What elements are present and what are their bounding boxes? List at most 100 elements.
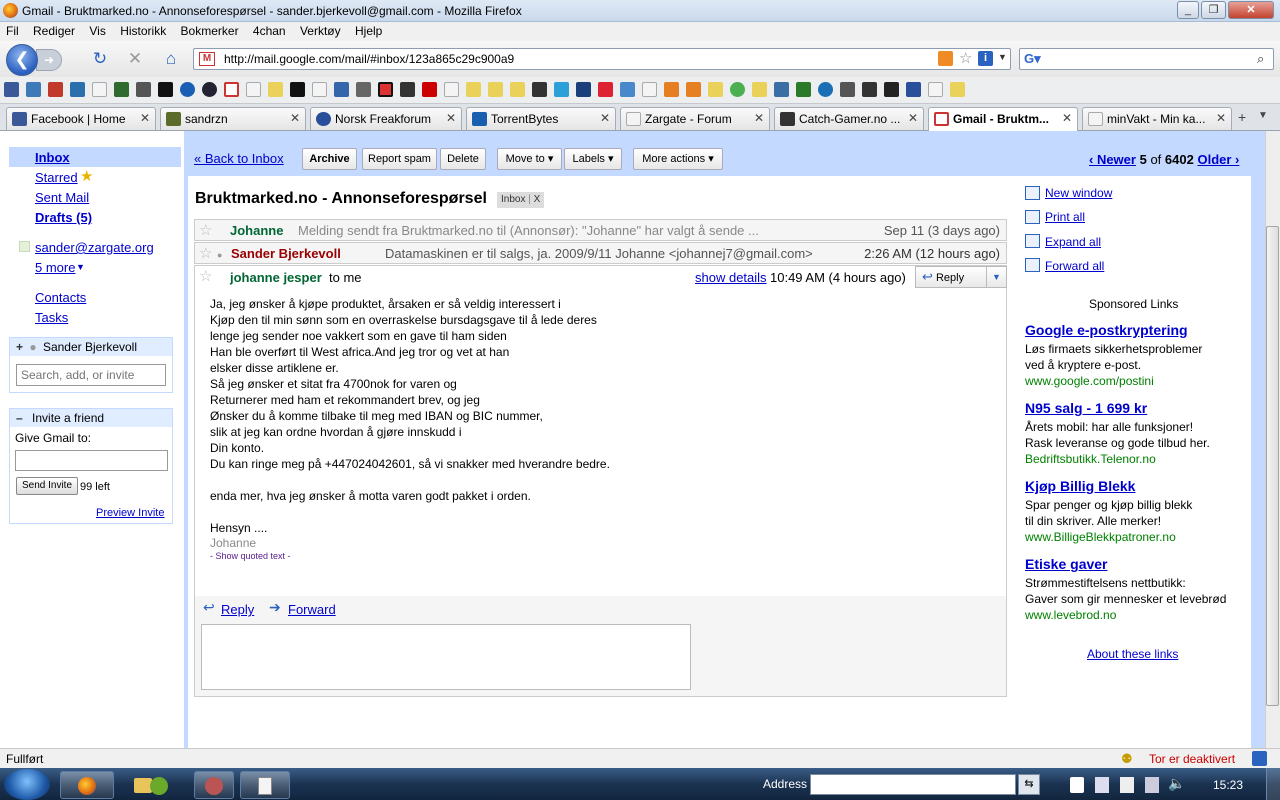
tab-minvakt[interactable]: minVakt - Min ka... ✕ xyxy=(1082,107,1232,130)
nav-inbox[interactable]: Inbox xyxy=(35,150,70,165)
collapse-minus-icon[interactable]: – xyxy=(16,411,23,425)
quick-reply-textarea[interactable] xyxy=(201,624,691,690)
bookmark-folder3-icon[interactable] xyxy=(488,82,503,97)
bookmark-folder6-icon[interactable] xyxy=(752,82,767,97)
ad-title[interactable]: Kjøp Billig Blekk xyxy=(1025,478,1255,494)
star-outline-icon[interactable]: ☆ xyxy=(199,221,212,239)
taskbar-firefox[interactable] xyxy=(60,771,114,799)
bookmark-page2-icon[interactable] xyxy=(246,82,261,97)
rss-icon[interactable] xyxy=(938,51,953,66)
ad-url[interactable]: www.levebrod.no xyxy=(1025,607,1255,623)
bookmark-grid-icon[interactable] xyxy=(400,82,415,97)
bookmark-blue-icon[interactable] xyxy=(70,82,85,97)
menu-file[interactable]: Fil xyxy=(0,22,24,38)
ad-url[interactable]: www.google.com/postini xyxy=(1025,373,1255,389)
tab-sandrzn[interactable]: sandrzn ✕ xyxy=(160,107,306,130)
nav-contacts[interactable]: Contacts xyxy=(35,290,86,305)
nav-sent-mail[interactable]: Sent Mail xyxy=(35,190,89,205)
back-nav-button[interactable]: ❮ xyxy=(6,44,38,76)
bookmark-car-icon[interactable] xyxy=(862,82,877,97)
labels-button[interactable]: Labels ▾ xyxy=(564,148,622,170)
bookmark-page3-icon[interactable] xyxy=(312,82,327,97)
bookmark-folder4-icon[interactable] xyxy=(510,82,525,97)
nav-label-sander[interactable]: sander@zargate.org xyxy=(35,240,154,255)
delete-button[interactable]: Delete xyxy=(440,148,486,170)
bookmark-orange2-icon[interactable] xyxy=(686,82,701,97)
close-tab-icon[interactable]: ✕ xyxy=(140,111,150,125)
show-details-link[interactable]: show details xyxy=(695,270,767,285)
bookmark-dark-icon[interactable] xyxy=(884,82,899,97)
menu-4chan[interactable]: 4chan xyxy=(247,22,291,38)
menu-edit[interactable]: Rediger xyxy=(27,22,80,38)
bookmark-page5-icon[interactable] xyxy=(642,82,657,97)
close-tab-icon[interactable]: ✕ xyxy=(908,111,918,125)
reply-button[interactable]: ↩ Reply xyxy=(915,266,987,288)
tray-icon-1[interactable] xyxy=(1070,777,1084,793)
search-bar[interactable]: G▾ ⌕ xyxy=(1019,48,1274,70)
tab-facebook[interactable]: Facebook | Home ✕ xyxy=(6,107,156,130)
star-outline-icon[interactable]: ☆ xyxy=(199,244,212,262)
more-actions-button[interactable]: More actions ▾ xyxy=(633,148,723,170)
close-tab-icon[interactable]: ✕ xyxy=(1216,111,1226,125)
home-icon[interactable]: ⌂ xyxy=(160,48,182,70)
ad-title[interactable]: N95 salg - 1 699 kr xyxy=(1025,400,1255,416)
tor-status-text[interactable]: Tor er deaktivert xyxy=(1149,752,1235,766)
report-spam-button[interactable]: Report spam xyxy=(362,148,437,170)
bookmark-youtube-icon[interactable] xyxy=(422,82,437,97)
bookmark-folder2-icon[interactable] xyxy=(466,82,481,97)
older-link[interactable]: Older › xyxy=(1197,152,1239,167)
close-window-button[interactable]: ✕ xyxy=(1228,1,1274,19)
chevron-down-icon[interactable]: ▼ xyxy=(76,262,85,272)
chat-username[interactable]: Sander Bjerkevoll xyxy=(43,340,137,354)
bookmark-pen-icon[interactable] xyxy=(774,82,789,97)
close-tab-icon[interactable]: ✕ xyxy=(446,111,456,125)
url-bar[interactable]: M http://mail.google.com/mail/#inbox/123… xyxy=(193,48,1011,70)
taskbar-notepad[interactable] xyxy=(240,771,290,799)
bookmark-page-icon[interactable] xyxy=(92,82,107,97)
tab-gmail[interactable]: Gmail - Bruktm... ✕ xyxy=(928,107,1078,131)
maximize-button[interactable]: ❐ xyxy=(1201,1,1226,19)
bookmark-power-icon[interactable] xyxy=(730,82,745,97)
forward-link[interactable]: Forward xyxy=(288,602,336,617)
scrollbar-thumb[interactable] xyxy=(1266,226,1279,706)
tab-freakforum[interactable]: Norsk Freakforum ✕ xyxy=(310,107,462,130)
nav-tasks[interactable]: Tasks xyxy=(35,310,68,325)
menu-view[interactable]: Vis xyxy=(83,22,110,38)
print-all-link[interactable]: Print all xyxy=(1045,210,1085,224)
move-to-button[interactable]: Move to ▾ xyxy=(497,148,562,170)
forward-all-link[interactable]: Forward all xyxy=(1045,259,1104,273)
close-tab-icon[interactable]: ✕ xyxy=(754,111,764,125)
preview-invite-link[interactable]: Preview Invite xyxy=(96,507,164,519)
invite-email-input[interactable] xyxy=(15,450,168,471)
chat-search-input[interactable] xyxy=(16,364,166,386)
show-quoted-text-link[interactable]: - Show quoted text - xyxy=(210,550,610,562)
remove-label-x[interactable]: X xyxy=(534,194,541,205)
search-magnifier-icon[interactable]: ⌕ xyxy=(1257,51,1264,67)
send-invite-button[interactable]: Send Invite xyxy=(16,477,78,495)
archive-button[interactable]: Archive xyxy=(302,148,357,170)
bookmark-dollar-icon[interactable] xyxy=(796,82,811,97)
bookmark-green-icon[interactable] xyxy=(114,82,129,97)
google-search-icon[interactable]: G▾ xyxy=(1024,51,1041,67)
bookmark-gray-icon[interactable] xyxy=(136,82,151,97)
open-message-sender[interactable]: johanne jesper xyxy=(230,270,322,285)
message-row-collapsed[interactable]: ☆ Johanne Melding sendt fra Bruktmarked.… xyxy=(194,219,1007,241)
bookmark-x-icon[interactable] xyxy=(378,82,393,97)
nav-drafts[interactable]: Drafts (5) xyxy=(35,210,92,225)
menu-bookmarks[interactable]: Bokmerker xyxy=(175,22,244,38)
bookmark-page6-icon[interactable] xyxy=(928,82,943,97)
ad-title[interactable]: Etiske gaver xyxy=(1025,556,1255,572)
menu-tools[interactable]: Verktøy xyxy=(294,22,346,38)
url-dropdown-icon[interactable]: ▼ xyxy=(998,52,1007,62)
nav-more-labels[interactable]: 5 more xyxy=(35,260,75,275)
ad-url[interactable]: Bedriftsbutikk.Telenor.no xyxy=(1025,451,1255,467)
status-dot-icon[interactable]: ● xyxy=(29,340,36,354)
bookmark-db-icon[interactable] xyxy=(598,82,613,97)
bookmark-star-icon[interactable]: ☆ xyxy=(959,49,972,67)
taskbar-address-input[interactable] xyxy=(810,774,1016,795)
reply-link[interactable]: Reply xyxy=(221,602,254,617)
bookmark-folder7-icon[interactable] xyxy=(950,82,965,97)
tab-catchgamer[interactable]: Catch-Gamer.no ... ✕ xyxy=(774,107,924,130)
bookmark-shield-icon[interactable] xyxy=(840,82,855,97)
volume-icon[interactable]: 🔈 xyxy=(1168,775,1185,792)
